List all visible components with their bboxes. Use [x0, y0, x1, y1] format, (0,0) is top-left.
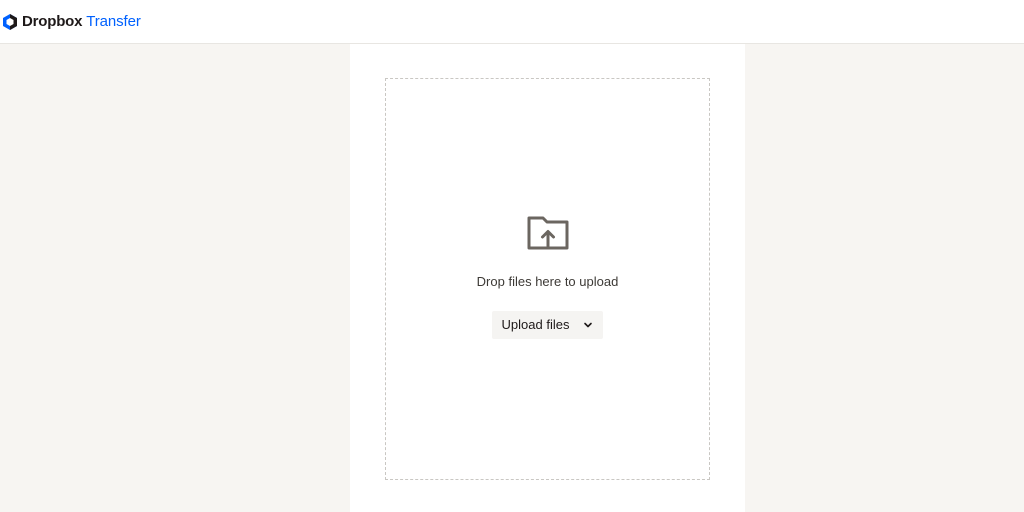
upload-files-label: Upload files	[501, 317, 570, 332]
drop-instructions: Drop files here to upload	[476, 273, 619, 289]
dropbox-logo-icon-svg	[3, 13, 17, 30]
upload-files-button[interactable]: Upload files	[491, 310, 604, 339]
brand-name: Dropbox	[22, 13, 83, 30]
file-drop-zone[interactable]: Drop files here to upload Upload files	[385, 78, 710, 480]
brand-product-name: Transfer	[86, 13, 141, 30]
top-bar: Dropbox Transfer	[0, 0, 1024, 44]
folder-upload-icon	[527, 216, 568, 249]
brand-home-link[interactable]: Dropbox Transfer	[2, 13, 141, 30]
chevron-down-icon	[584, 322, 593, 327]
dropbox-logo-icon	[2, 13, 18, 30]
upload-panel: Drop files here to upload Upload files	[350, 44, 745, 512]
